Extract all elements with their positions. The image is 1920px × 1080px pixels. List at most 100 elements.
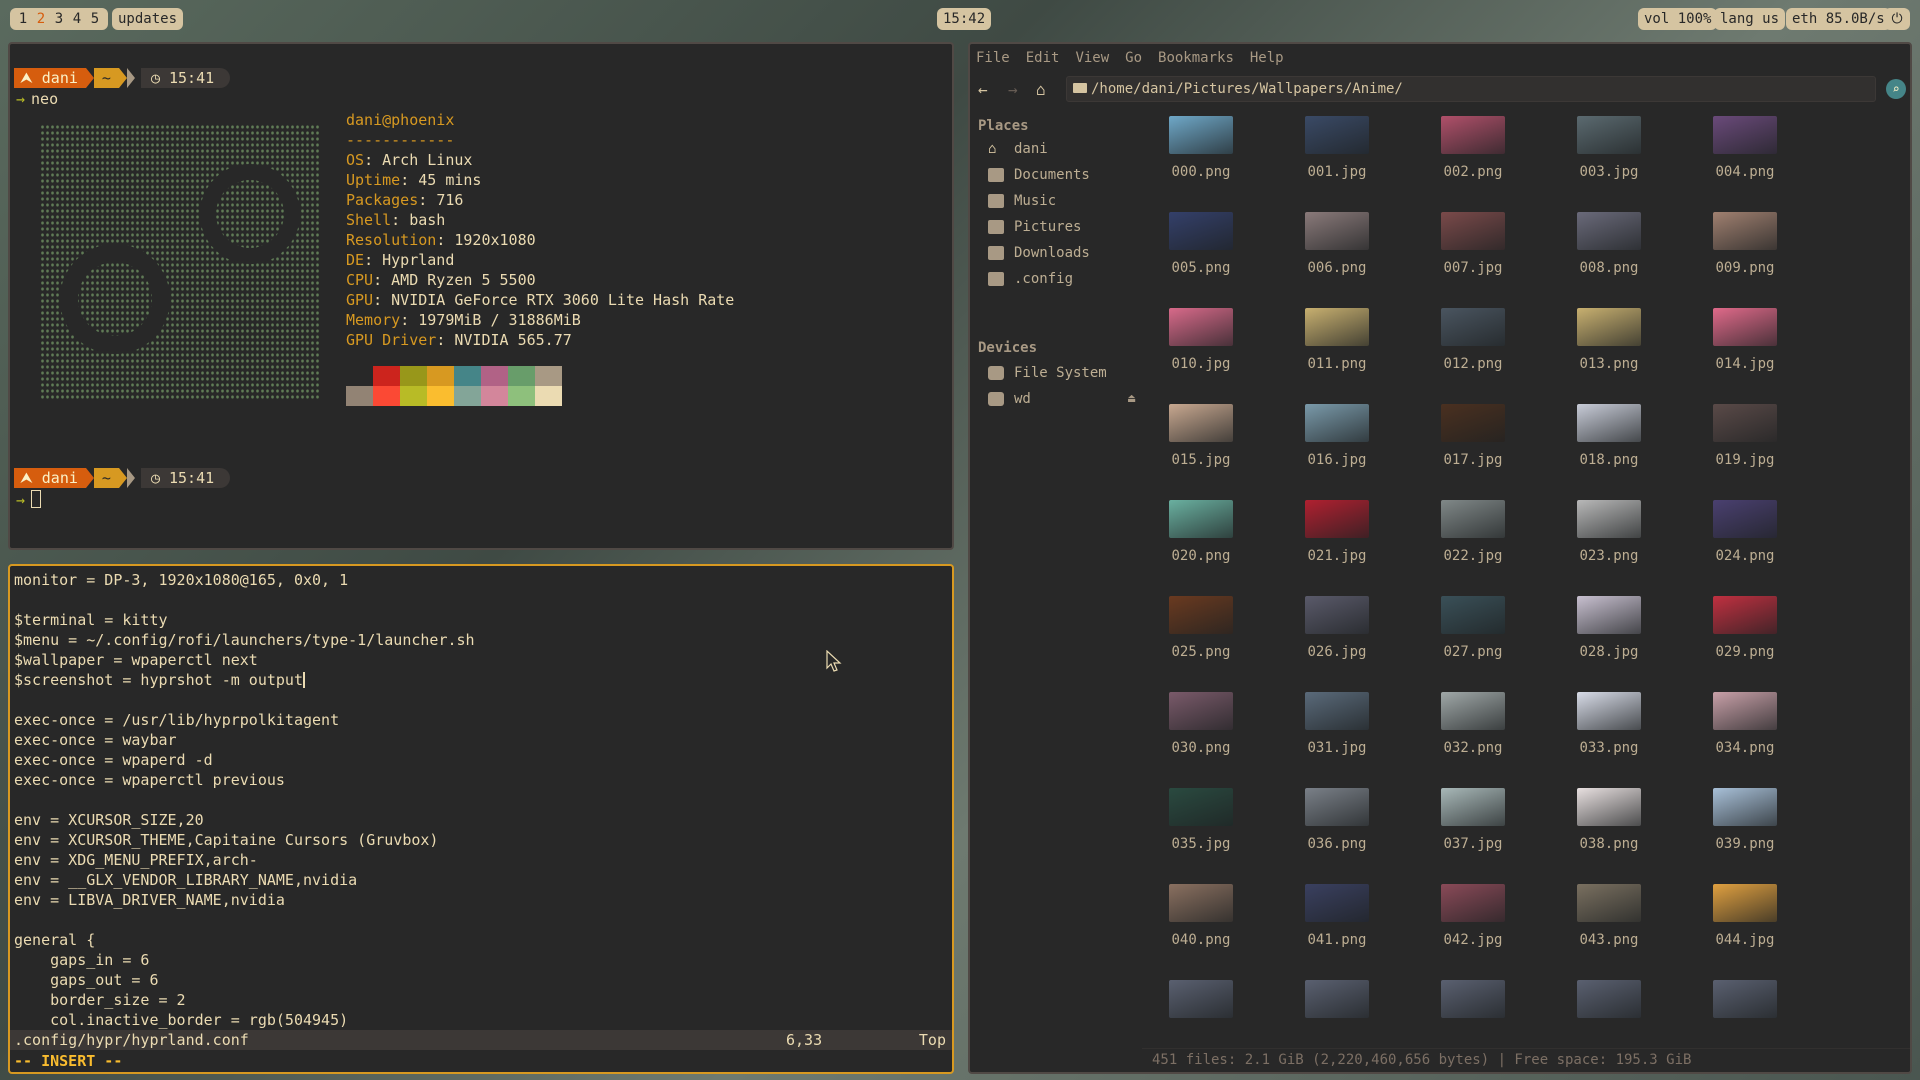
menu-help[interactable]: Help xyxy=(1250,50,1284,66)
file-item[interactable]: 029.png xyxy=(1689,594,1799,684)
file-item[interactable]: 003.jpg xyxy=(1553,114,1663,204)
file-item[interactable]: 028.jpg xyxy=(1553,594,1663,684)
path-bar[interactable]: /home/dani/Pictures/Wallpapers/Anime/ xyxy=(1066,76,1876,102)
file-item[interactable]: 039.png xyxy=(1689,786,1799,876)
search-icon[interactable]: ⌕ xyxy=(1886,79,1906,99)
file-item[interactable]: 011.png xyxy=(1281,306,1391,396)
menu-view[interactable]: View xyxy=(1075,50,1109,66)
workspace-2[interactable]: 2 xyxy=(32,8,50,30)
sidebar-item-documents[interactable]: Documents xyxy=(988,164,1090,186)
file-item[interactable]: 023.png xyxy=(1553,498,1663,588)
file-item[interactable]: 005.png xyxy=(1145,210,1255,300)
file-item[interactable]: 024.png xyxy=(1689,498,1799,588)
file-thumbnail xyxy=(1169,884,1233,922)
file-item[interactable]: 032.png xyxy=(1417,690,1527,780)
file-item[interactable]: 037.jpg xyxy=(1417,786,1527,876)
editor-buffer[interactable]: monitor = DP-3, 1920x1080@165, 0x0, 1 $te… xyxy=(14,570,475,1030)
file-manager-window[interactable]: File Edit View Go Bookmarks Help ← → ⌂ /home/… xyxy=(968,42,1912,1074)
file-item[interactable]: 026.jpg xyxy=(1281,594,1391,684)
file-item[interactable]: 043.png xyxy=(1553,882,1663,972)
file-item[interactable]: 020.png xyxy=(1145,498,1255,588)
file-thumbnail[interactable] xyxy=(1577,980,1641,1018)
clock[interactable]: 15:42 xyxy=(937,8,992,30)
workspace-1[interactable]: 1 xyxy=(14,8,32,30)
workspace-5[interactable]: 5 xyxy=(86,8,104,30)
file-item[interactable]: 013.png xyxy=(1553,306,1663,396)
forward-icon[interactable]: → xyxy=(1008,80,1018,99)
info-value: NVIDIA GeForce RTX 3060 Lite Hash Rate xyxy=(391,291,735,309)
editor-line-text: env = LIBVA_DRIVER_NAME,nvidia xyxy=(14,891,285,909)
file-item[interactable]: 044.jpg xyxy=(1689,882,1799,972)
file-item[interactable]: 007.jpg xyxy=(1417,210,1527,300)
file-thumbnail[interactable] xyxy=(1441,980,1505,1018)
sidebar-item-config[interactable]: .config xyxy=(988,268,1073,290)
sidebar-device-wd[interactable]: wd xyxy=(988,388,1031,410)
file-item[interactable]: 031.jpg xyxy=(1281,690,1391,780)
palette-swatch xyxy=(373,366,400,386)
file-item[interactable]: 027.png xyxy=(1417,594,1527,684)
computer-icon[interactable]: ⌂ xyxy=(1036,80,1046,99)
file-item[interactable]: 022.jpg xyxy=(1417,498,1527,588)
command-line[interactable]: → xyxy=(16,490,42,509)
sidebar-item-downloads[interactable]: Downloads xyxy=(988,242,1090,264)
file-item[interactable]: 017.jpg xyxy=(1417,402,1527,492)
file-name: 035.jpg xyxy=(1171,836,1231,852)
updates-button[interactable]: updates xyxy=(112,8,184,30)
menu-bookmarks[interactable]: Bookmarks xyxy=(1158,50,1234,66)
terminal-window[interactable]: ⮝ dani ~ ◷ 15:41 → neo dani@phoenix -----… xyxy=(8,42,954,550)
menu-file[interactable]: File xyxy=(976,50,1010,66)
file-item[interactable]: 004.png xyxy=(1689,114,1799,204)
file-item[interactable]: 030.png xyxy=(1145,690,1255,780)
file-thumbnail[interactable] xyxy=(1169,980,1233,1018)
file-item[interactable]: 000.png xyxy=(1145,114,1255,204)
workspace-3[interactable]: 3 xyxy=(50,8,68,30)
sidebar-item-pictures[interactable]: Pictures xyxy=(988,216,1081,238)
sidebar-item-dani[interactable]: ⌂ dani xyxy=(988,138,1048,160)
file-item[interactable]: 016.jpg xyxy=(1281,402,1391,492)
info-value: AMD Ryzen 5 5500 xyxy=(391,271,536,289)
file-item[interactable]: 018.png xyxy=(1553,402,1663,492)
palette-swatch xyxy=(346,386,373,406)
palette-swatch xyxy=(481,366,508,386)
file-item[interactable]: 036.png xyxy=(1281,786,1391,876)
back-icon[interactable]: ← xyxy=(978,80,988,99)
file-item[interactable]: 012.png xyxy=(1417,306,1527,396)
file-thumbnail xyxy=(1441,596,1505,634)
power-icon[interactable]: ⏻ xyxy=(1884,8,1910,30)
file-thumbnail xyxy=(1441,212,1505,250)
file-item[interactable]: 014.jpg xyxy=(1689,306,1799,396)
file-item[interactable]: 002.png xyxy=(1417,114,1527,204)
file-item[interactable]: 015.jpg xyxy=(1145,402,1255,492)
file-item[interactable]: 040.png xyxy=(1145,882,1255,972)
file-item[interactable]: 025.png xyxy=(1145,594,1255,684)
file-item[interactable]: 033.png xyxy=(1553,690,1663,780)
volume-indicator[interactable]: vol 100% xyxy=(1638,8,1718,30)
file-item[interactable]: 035.jpg xyxy=(1145,786,1255,876)
editor-line-text: env = __GLX_VENDOR_LIBRARY_NAME,nvidia xyxy=(14,871,358,889)
file-item[interactable]: 019.jpg xyxy=(1689,402,1799,492)
file-item[interactable]: 038.png xyxy=(1553,786,1663,876)
file-thumbnail[interactable] xyxy=(1713,980,1777,1018)
file-item[interactable]: 021.jpg xyxy=(1281,498,1391,588)
file-item[interactable]: 010.jpg xyxy=(1145,306,1255,396)
file-thumbnail xyxy=(1441,500,1505,538)
file-item[interactable]: 041.png xyxy=(1281,882,1391,972)
sidebar-item-music[interactable]: Music xyxy=(988,190,1056,212)
file-item[interactable]: 042.jpg xyxy=(1417,882,1527,972)
file-item[interactable]: 008.png xyxy=(1553,210,1663,300)
file-item[interactable]: 001.jpg xyxy=(1281,114,1391,204)
network-indicator[interactable]: eth 85.0B/s xyxy=(1786,8,1891,30)
menu-edit[interactable]: Edit xyxy=(1026,50,1060,66)
menu-go[interactable]: Go xyxy=(1125,50,1142,66)
file-item[interactable]: 006.png xyxy=(1281,210,1391,300)
sidebar-device-file-system[interactable]: File System xyxy=(988,362,1107,384)
file-item[interactable]: 009.png xyxy=(1689,210,1799,300)
workspace-4[interactable]: 4 xyxy=(68,8,86,30)
file-thumbnail[interactable] xyxy=(1305,980,1369,1018)
editor-window[interactable]: monitor = DP-3, 1920x1080@165, 0x0, 1 $te… xyxy=(8,564,954,1074)
language-indicator[interactable]: lang us xyxy=(1714,8,1786,30)
editor-line-text: exec-once = /usr/lib/hyprpolkitagent xyxy=(14,711,340,729)
file-item[interactable]: 034.png xyxy=(1689,690,1799,780)
eject-icon[interactable]: ⏏ xyxy=(1128,391,1135,405)
